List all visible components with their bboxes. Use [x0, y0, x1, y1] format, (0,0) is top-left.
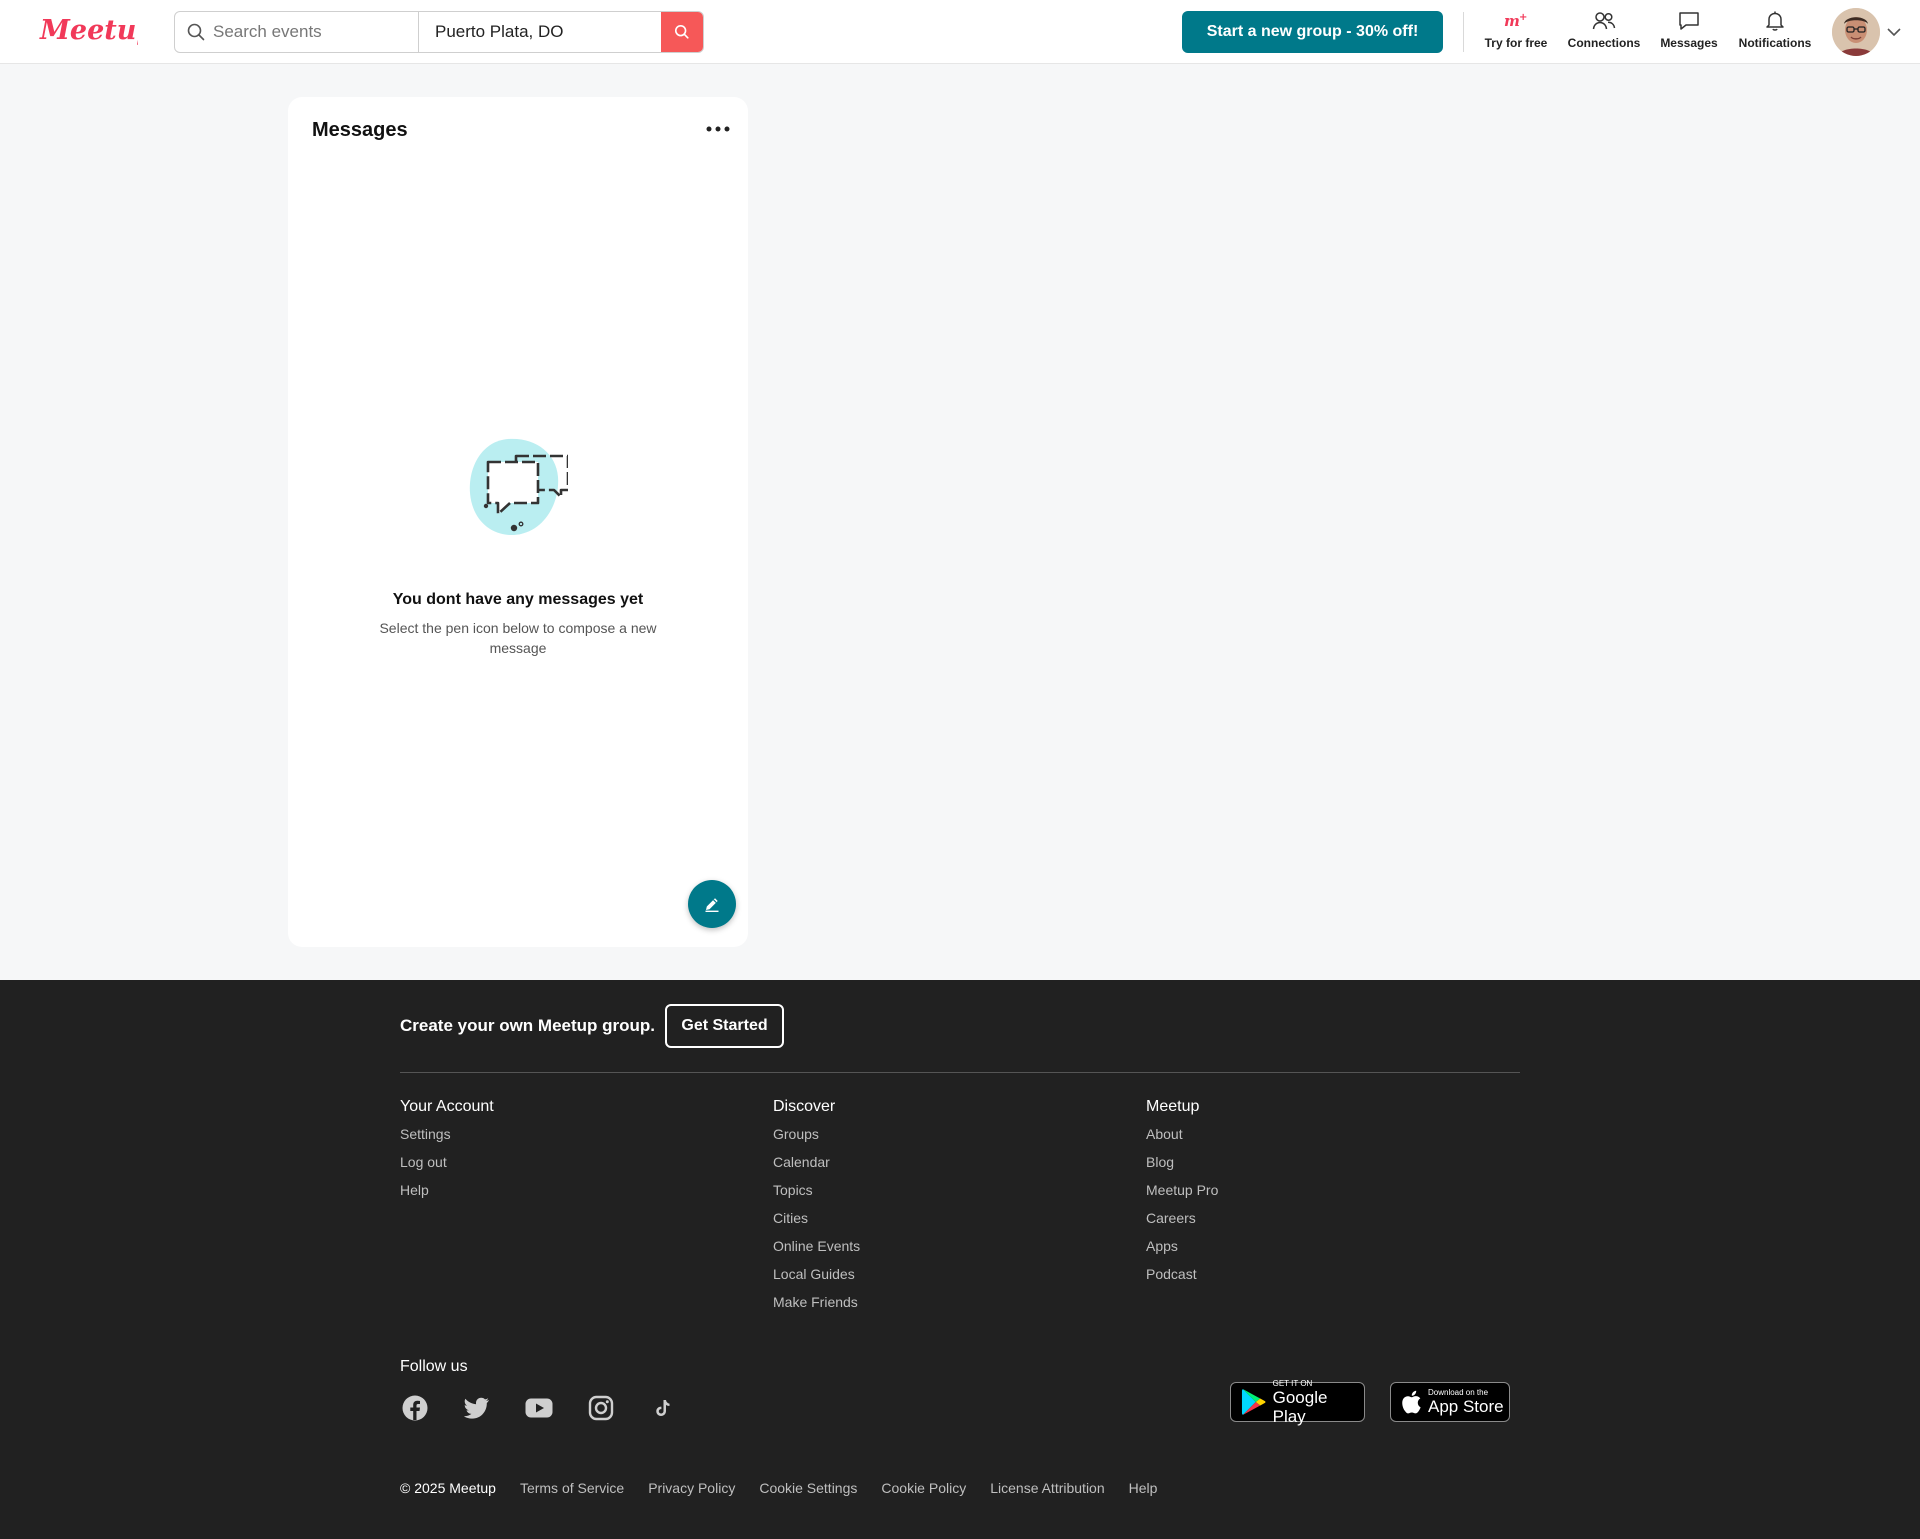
ellipsis-icon: [706, 126, 730, 132]
footer-link-make-friends[interactable]: Make Friends: [773, 1292, 860, 1320]
start-new-group-button[interactable]: Start a new group - 30% off!: [1182, 11, 1443, 53]
footer-link-cities[interactable]: Cities: [773, 1208, 860, 1236]
empty-state-subtitle: Select the pen icon below to compose a n…: [379, 620, 657, 656]
google-play-text: GET IT ON Google Play: [1273, 1379, 1364, 1426]
search-icon: [674, 24, 689, 39]
youtube-icon[interactable]: [525, 1394, 553, 1422]
location-input[interactable]: [435, 22, 661, 42]
header-divider: [1463, 12, 1464, 52]
pen-icon: [705, 898, 719, 912]
top-header: Meetup Start a new group - 30% off! m+ T…: [0, 0, 1920, 64]
footer-link-careers[interactable]: Careers: [1146, 1208, 1218, 1236]
meetup-logo[interactable]: Meetup: [38, 12, 155, 52]
footer-column-title: Your Account: [400, 1098, 494, 1115]
legal-link-cookie-policy[interactable]: Cookie Policy: [881, 1480, 966, 1496]
create-group-prompt: Create your own Meetup group.: [400, 1016, 656, 1035]
footer-link-settings[interactable]: Settings: [400, 1124, 494, 1152]
footer-link-podcast[interactable]: Podcast: [1146, 1264, 1218, 1292]
chat-bubble-icon: [1677, 8, 1701, 34]
footer-link-log-out[interactable]: Log out: [400, 1152, 494, 1180]
page-title: Messages: [312, 119, 408, 141]
nav-connections[interactable]: Connections: [1566, 8, 1642, 56]
footer-divider: [400, 1072, 1520, 1073]
footer-link-apps[interactable]: Apps: [1146, 1236, 1218, 1264]
google-play-badge[interactable]: GET IT ON Google Play: [1230, 1379, 1365, 1426]
event-search: [175, 12, 419, 52]
nav-try-for-free[interactable]: m + Try for free: [1484, 8, 1548, 56]
copyright: © 2025 Meetup: [400, 1480, 496, 1496]
bell-icon: [1763, 8, 1787, 34]
svg-text:Meetup: Meetup: [39, 15, 138, 46]
chat-bubbles-illustration-icon: [468, 437, 570, 537]
footer-link-calendar[interactable]: Calendar: [773, 1152, 860, 1180]
avatar[interactable]: [1832, 8, 1880, 56]
footer-link-about[interactable]: About: [1146, 1124, 1218, 1152]
search-bar: [174, 11, 704, 53]
empty-state-title: You dont have any messages yet: [392, 591, 644, 608]
follow-us-heading: Follow us: [400, 1358, 468, 1375]
instagram-icon[interactable]: [587, 1394, 615, 1422]
badge-caption: Download on the: [1428, 1388, 1489, 1397]
people-icon: [1592, 8, 1616, 34]
legal-link-license-attribution[interactable]: License Attribution: [990, 1480, 1104, 1496]
facebook-icon[interactable]: [401, 1394, 429, 1422]
footer-column-meetup: Meetup About Blog Meetup Pro Careers App…: [1146, 1098, 1218, 1292]
legal-link-cookie-settings[interactable]: Cookie Settings: [759, 1480, 857, 1496]
footer-link-topics[interactable]: Topics: [773, 1180, 860, 1208]
badge-caption: GET IT ON: [1272, 1378, 1313, 1388]
legal-link-privacy[interactable]: Privacy Policy: [648, 1480, 735, 1496]
footer-column-your-account: Your Account Settings Log out Help: [400, 1098, 494, 1208]
meetup-plus-icon: m +: [1503, 8, 1529, 34]
nav-label: Connections: [1567, 36, 1641, 50]
google-play-icon: [1241, 1389, 1266, 1415]
svg-text:m: m: [1504, 12, 1520, 30]
nav-label: Try for free: [1484, 36, 1548, 50]
get-started-button[interactable]: Get Started: [665, 1004, 784, 1048]
legal-bar: © 2025 Meetup Terms of Service Privacy P…: [400, 1480, 1181, 1496]
svg-text:+: +: [1519, 12, 1527, 23]
search-input[interactable]: [213, 22, 418, 42]
search-icon: [187, 23, 205, 41]
apple-icon: [1402, 1390, 1421, 1414]
location-field: [419, 12, 661, 52]
legal-link-terms[interactable]: Terms of Service: [520, 1480, 624, 1496]
messages-panel: Messages You dont have any messages yet …: [288, 97, 748, 947]
more-options-button[interactable]: [700, 117, 736, 141]
footer-link-meetup-pro[interactable]: Meetup Pro: [1146, 1180, 1218, 1208]
footer-link-online-events[interactable]: Online Events: [773, 1236, 860, 1264]
footer-link-blog[interactable]: Blog: [1146, 1152, 1218, 1180]
compose-message-button[interactable]: [688, 880, 736, 928]
footer-column-title: Meetup: [1146, 1098, 1200, 1115]
app-store-text: Download on the App Store: [1428, 1388, 1504, 1416]
twitter-icon[interactable]: [463, 1394, 491, 1422]
nav-notifications[interactable]: Notifications: [1736, 8, 1814, 56]
footer-link-help[interactable]: Help: [400, 1180, 494, 1208]
footer-link-local-guides[interactable]: Local Guides: [773, 1264, 860, 1292]
footer-link-groups[interactable]: Groups: [773, 1124, 860, 1152]
app-store-badge[interactable]: Download on the App Store: [1390, 1382, 1510, 1422]
nav-messages[interactable]: Messages: [1658, 8, 1720, 56]
badge-store-name: Google Play: [1272, 1387, 1328, 1426]
site-footer: Create your own Meetup group. Get Starte…: [0, 980, 1920, 1539]
footer-column-discover: Discover Groups Calendar Topics Cities O…: [773, 1098, 860, 1320]
legal-link-help[interactable]: Help: [1129, 1480, 1158, 1496]
badge-store-name: App Store: [1428, 1397, 1504, 1416]
tiktok-icon[interactable]: [649, 1394, 677, 1422]
nav-label: Notifications: [1738, 36, 1812, 50]
search-button[interactable]: [661, 12, 703, 52]
nav-label: Messages: [1660, 36, 1718, 50]
chevron-down-icon[interactable]: [1886, 24, 1902, 45]
footer-column-title: Discover: [773, 1098, 836, 1115]
